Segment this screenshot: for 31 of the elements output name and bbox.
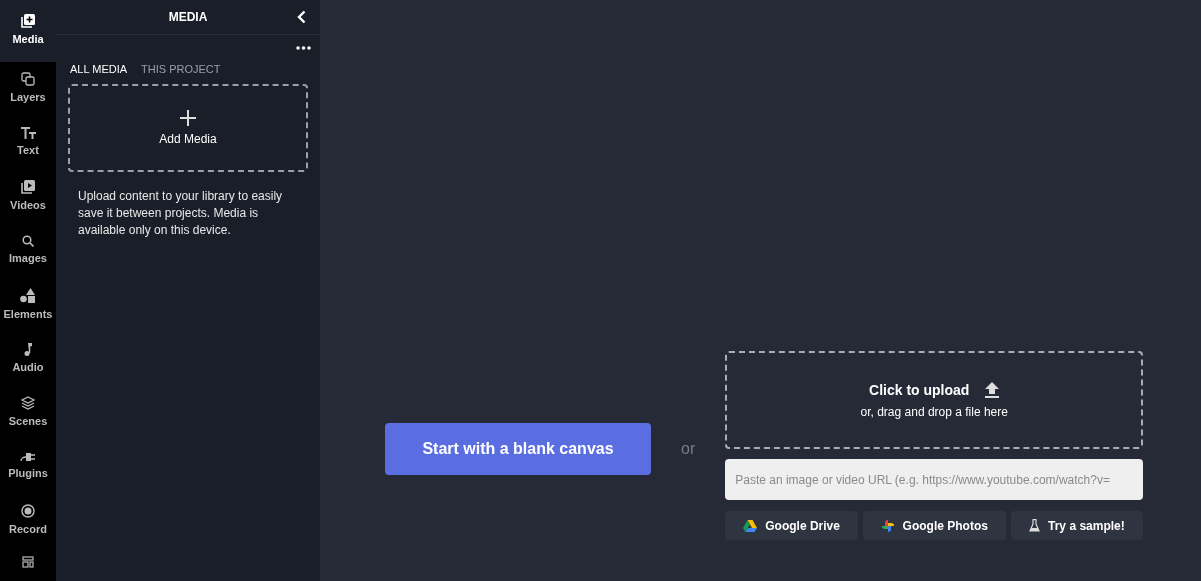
- video-icon: [21, 180, 35, 195]
- url-field[interactable]: Paste an image or video URL (e.g. https://www.youtube.com/watch?v=: [725, 459, 1144, 500]
- layers-icon: [21, 72, 35, 87]
- panel-title: MEDIA: [168, 9, 208, 26]
- source-button[interactable]: Try a sample!: [1010, 511, 1144, 540]
- source-button[interactable]: Google Photos: [862, 511, 1006, 540]
- add-media-button[interactable]: Add Media: [68, 84, 308, 172]
- music-note-icon: [24, 342, 32, 356]
- flask-icon: [1029, 519, 1041, 532]
- pinwheel-icon: [880, 518, 895, 533]
- info-text: Upload content to your library to easily save it between projects. Media is available only on this device.: [78, 188, 284, 239]
- or-text: or: [681, 438, 696, 459]
- upload-icon: [985, 382, 1000, 398]
- add-media-icon: [21, 14, 35, 29]
- plus-icon: [179, 108, 197, 127]
- more-icon[interactable]: [296, 46, 311, 50]
- sidebar-item[interactable]: Media: [0, 0, 56, 62]
- source-button[interactable]: Google Drive: [725, 511, 858, 540]
- text-icon: [20, 127, 36, 140]
- record-icon: [21, 504, 35, 519]
- panel-tab[interactable]: THIS PROJECT: [141, 61, 221, 77]
- collapse-icon[interactable]: [297, 10, 306, 24]
- blank-canvas-button[interactable]: Start with a blank canvas: [385, 422, 651, 475]
- drive-icon: [743, 519, 758, 532]
- shapes-icon: [20, 287, 36, 303]
- panel-tab[interactable]: ALL MEDIA: [70, 61, 128, 77]
- search-icon: [22, 235, 34, 248]
- stack-icon: [21, 396, 35, 411]
- plug-icon: [20, 452, 36, 463]
- upload-area[interactable]: Click to upload or, drag and drop a file here: [725, 351, 1144, 449]
- template-icon[interactable]: [22, 556, 34, 568]
